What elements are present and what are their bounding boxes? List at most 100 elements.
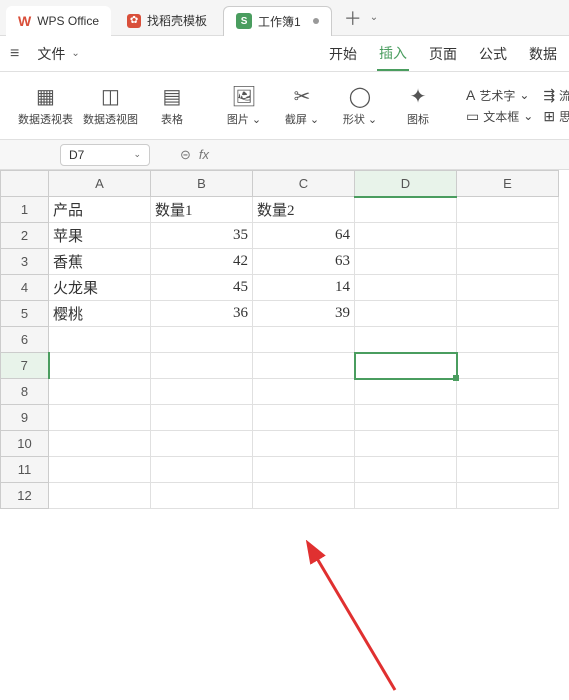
cell-D10[interactable] bbox=[355, 431, 457, 457]
cell-C2[interactable]: 64 bbox=[253, 223, 355, 249]
row-header-10[interactable]: 10 bbox=[1, 431, 49, 457]
search-icon[interactable]: ⊝ bbox=[180, 147, 191, 163]
cell-A4[interactable]: 火龙果 bbox=[49, 275, 151, 301]
cell-B5[interactable]: 36 bbox=[151, 301, 253, 327]
flowchart-button[interactable]: ⇶ 流程图 ⌄ bbox=[543, 87, 569, 104]
cell-E12[interactable] bbox=[457, 483, 559, 509]
cell-A7[interactable] bbox=[49, 353, 151, 379]
menu-start[interactable]: 开始 bbox=[327, 38, 359, 70]
cell-E10[interactable] bbox=[457, 431, 559, 457]
cell-C7[interactable] bbox=[253, 353, 355, 379]
column-header-B[interactable]: B bbox=[151, 171, 253, 197]
row-header-3[interactable]: 3 bbox=[1, 249, 49, 275]
spreadsheet-grid[interactable]: ABCDE1产品数量1数量22苹果35643香蕉42634火龙果45145樱桃3… bbox=[0, 170, 569, 509]
tab-close-dot[interactable] bbox=[313, 18, 319, 24]
row-header-9[interactable]: 9 bbox=[1, 405, 49, 431]
menu-insert[interactable]: 插入 bbox=[377, 37, 409, 71]
cell-E4[interactable] bbox=[457, 275, 559, 301]
cell-E6[interactable] bbox=[457, 327, 559, 353]
cell-C10[interactable] bbox=[253, 431, 355, 457]
cell-A10[interactable] bbox=[49, 431, 151, 457]
fx-icon[interactable]: fx bbox=[199, 147, 209, 162]
cell-C6[interactable] bbox=[253, 327, 355, 353]
tab-wps-office[interactable]: W WPS Office bbox=[6, 6, 111, 36]
row-header-5[interactable]: 5 bbox=[1, 301, 49, 327]
menu-page[interactable]: 页面 bbox=[427, 38, 459, 70]
cell-D7[interactable] bbox=[355, 353, 457, 379]
cell-A5[interactable]: 樱桃 bbox=[49, 301, 151, 327]
cell-B6[interactable] bbox=[151, 327, 253, 353]
textbox-button[interactable]: ▭ 文本框 ⌄ bbox=[466, 108, 533, 125]
select-all-corner[interactable] bbox=[1, 171, 49, 197]
row-header-11[interactable]: 11 bbox=[1, 457, 49, 483]
table-button[interactable]: ▤ 表格 bbox=[148, 85, 196, 127]
menu-formula[interactable]: 公式 bbox=[477, 38, 509, 70]
pivot-chart-button[interactable]: ◫ 数据透视图 bbox=[83, 85, 138, 127]
screenshot-button[interactable]: ✂ 截屏 ⌄ bbox=[278, 85, 326, 127]
tab-workbook[interactable]: S 工作簿1 bbox=[223, 6, 332, 36]
add-tab-button[interactable]: ＋ bbox=[344, 5, 362, 31]
cell-B7[interactable] bbox=[151, 353, 253, 379]
cell-B12[interactable] bbox=[151, 483, 253, 509]
column-header-C[interactable]: C bbox=[253, 171, 355, 197]
cell-A11[interactable] bbox=[49, 457, 151, 483]
cell-D4[interactable] bbox=[355, 275, 457, 301]
cell-D5[interactable] bbox=[355, 301, 457, 327]
cell-D8[interactable] bbox=[355, 379, 457, 405]
cell-E3[interactable] bbox=[457, 249, 559, 275]
cell-E2[interactable] bbox=[457, 223, 559, 249]
mindmap-button[interactable]: ⊞ 思维导图 bbox=[543, 108, 569, 125]
cell-C9[interactable] bbox=[253, 405, 355, 431]
cell-D2[interactable] bbox=[355, 223, 457, 249]
cell-E11[interactable] bbox=[457, 457, 559, 483]
row-header-4[interactable]: 4 bbox=[1, 275, 49, 301]
cell-B11[interactable] bbox=[151, 457, 253, 483]
fill-handle[interactable] bbox=[453, 375, 459, 381]
row-header-2[interactable]: 2 bbox=[1, 223, 49, 249]
cell-C4[interactable]: 14 bbox=[253, 275, 355, 301]
column-header-E[interactable]: E bbox=[457, 171, 559, 197]
cell-C8[interactable] bbox=[253, 379, 355, 405]
menu-data[interactable]: 数据 bbox=[527, 38, 559, 70]
cell-A1[interactable]: 产品 bbox=[49, 197, 151, 223]
cell-E1[interactable] bbox=[457, 197, 559, 223]
cell-E7[interactable] bbox=[457, 353, 559, 379]
cell-E8[interactable] bbox=[457, 379, 559, 405]
cell-A2[interactable]: 苹果 bbox=[49, 223, 151, 249]
name-box[interactable]: D7 ⌄ bbox=[60, 144, 150, 166]
cell-A6[interactable] bbox=[49, 327, 151, 353]
cell-C1[interactable]: 数量2 bbox=[253, 197, 355, 223]
cell-A9[interactable] bbox=[49, 405, 151, 431]
column-header-D[interactable]: D bbox=[355, 171, 457, 197]
cell-D6[interactable] bbox=[355, 327, 457, 353]
cell-A8[interactable] bbox=[49, 379, 151, 405]
cell-C11[interactable] bbox=[253, 457, 355, 483]
cell-B2[interactable]: 35 bbox=[151, 223, 253, 249]
cell-D11[interactable] bbox=[355, 457, 457, 483]
cell-C5[interactable]: 39 bbox=[253, 301, 355, 327]
cell-A12[interactable] bbox=[49, 483, 151, 509]
row-header-7[interactable]: 7 bbox=[1, 353, 49, 379]
cell-B8[interactable] bbox=[151, 379, 253, 405]
wordart-button[interactable]: A 艺术字 ⌄ bbox=[466, 87, 533, 104]
tab-docer-template[interactable]: ✿ 找稻壳模板 bbox=[115, 6, 219, 36]
cell-B4[interactable]: 45 bbox=[151, 275, 253, 301]
cell-E5[interactable] bbox=[457, 301, 559, 327]
row-header-1[interactable]: 1 bbox=[1, 197, 49, 223]
menu-file[interactable]: 文件 bbox=[37, 44, 65, 64]
cell-C3[interactable]: 63 bbox=[253, 249, 355, 275]
cell-C12[interactable] bbox=[253, 483, 355, 509]
hamburger-icon[interactable]: ≡ bbox=[10, 45, 19, 63]
cell-A3[interactable]: 香蕉 bbox=[49, 249, 151, 275]
cell-D12[interactable] bbox=[355, 483, 457, 509]
row-header-6[interactable]: 6 bbox=[1, 327, 49, 353]
cell-E9[interactable] bbox=[457, 405, 559, 431]
cell-B10[interactable] bbox=[151, 431, 253, 457]
cell-D1[interactable] bbox=[355, 197, 457, 223]
cell-B1[interactable]: 数量1 bbox=[151, 197, 253, 223]
row-header-8[interactable]: 8 bbox=[1, 379, 49, 405]
cell-B9[interactable] bbox=[151, 405, 253, 431]
icons-button[interactable]: ✦ 图标 bbox=[394, 85, 442, 127]
shapes-button[interactable]: ◯ 形状 ⌄ bbox=[336, 85, 384, 127]
cell-B3[interactable]: 42 bbox=[151, 249, 253, 275]
